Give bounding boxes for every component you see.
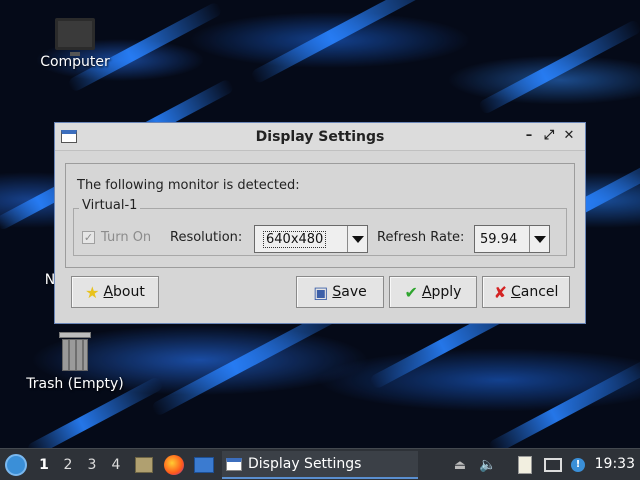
turn-on-checkbox[interactable]: ✓ Turn On [82, 230, 151, 245]
detected-text: The following monitor is detected: [77, 178, 300, 193]
eject-icon: ⏏ [453, 457, 467, 473]
file-manager-icon [135, 457, 153, 473]
display-app-icon [226, 457, 242, 471]
cancel-button[interactable]: ✘ Cancel [482, 276, 570, 308]
taskbar: 1 2 3 4 Display Settings ⏏ 🔈 ! 19:33 [0, 448, 640, 480]
monitor-name: Virtual-1 [79, 198, 141, 213]
refresh-rate-dropdown[interactable]: 59.94 [474, 225, 550, 253]
desktop-icon-trash[interactable]: Trash (Empty) [20, 332, 130, 392]
dialog-title: Display Settings [255, 129, 385, 145]
save-button[interactable]: ▣ Save [296, 276, 384, 308]
desktop-icon-label: Trash (Empty) [26, 376, 124, 392]
cancel-x-icon: ✘ [493, 282, 507, 302]
start-menu-button[interactable] [4, 449, 28, 480]
checkbox-check-icon: ✓ [82, 231, 95, 244]
workspace-4[interactable]: 4 [106, 449, 126, 480]
monitor-panel: The following monitor is detected: Virtu… [65, 163, 575, 268]
refresh-rate-value: 59.94 [480, 231, 518, 247]
network-button[interactable] [542, 449, 564, 480]
maximize-icon[interactable]: ⤢ [541, 128, 557, 144]
star-icon: ★ [85, 282, 100, 302]
turn-on-label: Turn On [101, 230, 152, 245]
chevron-down-icon [529, 226, 549, 252]
workspace-2[interactable]: 2 [58, 449, 78, 480]
desktop-icon-label: Computer [40, 54, 110, 70]
workspace-3[interactable]: 3 [82, 449, 102, 480]
desktop-icon [194, 457, 214, 473]
minimize-icon[interactable]: – [521, 128, 537, 144]
eject-button[interactable]: ⏏ [450, 449, 470, 480]
dialog-titlebar[interactable]: Display Settings – ⤢ ✕ [55, 123, 585, 151]
close-icon[interactable]: ✕ [561, 128, 577, 144]
file-manager-launcher[interactable] [132, 449, 156, 480]
resolution-dropdown[interactable]: 640x480 [254, 225, 368, 253]
clipboard-icon [518, 456, 532, 474]
updates-button[interactable]: ! [568, 449, 588, 480]
firefox-launcher[interactable] [162, 449, 186, 480]
desktop-icon-computer[interactable]: Computer [20, 18, 130, 70]
apply-button[interactable]: ✔ Apply [389, 276, 477, 308]
firefox-icon [164, 455, 184, 475]
clock[interactable]: 19:33 [595, 456, 635, 472]
resolution-label: Resolution: [170, 230, 243, 245]
checkmark-icon: ✔ [404, 282, 418, 302]
computer-icon [55, 18, 95, 56]
workspace-1[interactable]: 1 [34, 449, 54, 480]
resolution-value: 640x480 [255, 230, 347, 248]
info-icon: ! [571, 458, 585, 472]
chevron-down-icon [347, 226, 367, 252]
volume-button[interactable]: 🔈 [478, 449, 498, 480]
about-button[interactable]: ★ About [71, 276, 159, 308]
refresh-rate-label: Refresh Rate: [377, 230, 465, 245]
display-settings-dialog: Display Settings – ⤢ ✕ The following mon… [54, 122, 586, 324]
volume-icon: 🔈 [479, 457, 497, 473]
monitor-group: Virtual-1 ✓ Turn On Resolution: 640x480 … [73, 198, 567, 256]
taskbar-task-display-settings[interactable]: Display Settings [222, 451, 418, 479]
start-menu-icon [5, 454, 27, 476]
show-desktop-launcher[interactable] [192, 449, 216, 480]
task-label: Display Settings [248, 456, 362, 472]
floppy-disk-icon: ▣ [313, 282, 329, 302]
clipboard-button[interactable] [514, 449, 536, 480]
trash-icon [59, 332, 91, 372]
network-icon [544, 458, 562, 472]
